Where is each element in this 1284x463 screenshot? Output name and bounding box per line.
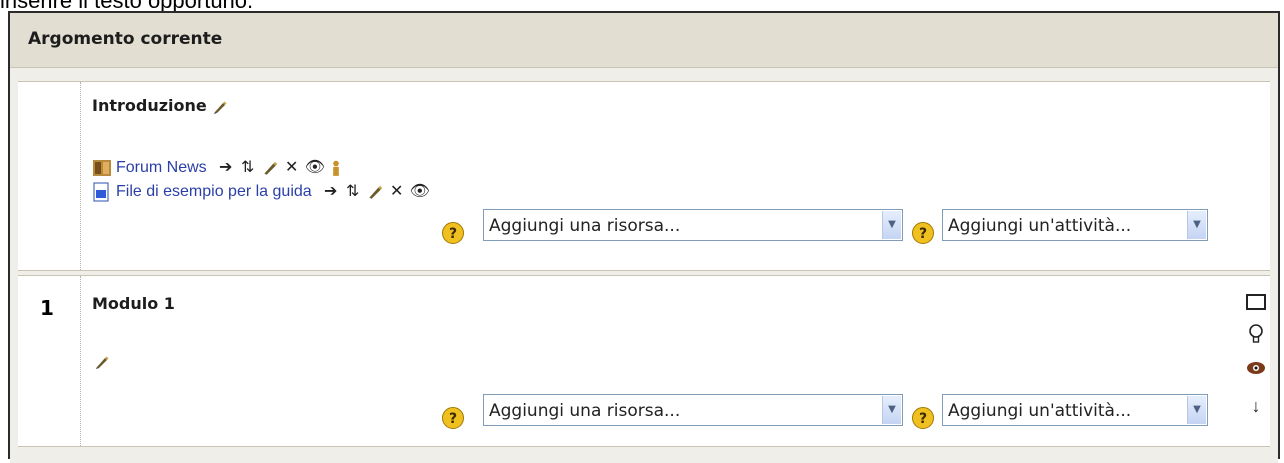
section-number: 1 [40, 296, 54, 320]
section-number-column: 1 [18, 276, 81, 446]
move-down-icon[interactable]: ↓ [1244, 394, 1268, 418]
delete-icon[interactable]: ✕ [388, 183, 406, 201]
header-title: Argomento corrente [28, 29, 223, 49]
section-title: Modulo 1 [92, 294, 175, 313]
show-only-section-icon[interactable] [1244, 290, 1268, 314]
help-icon[interactable]: ? [442, 222, 464, 244]
add-activity-select[interactable]: Aggiungi un'attività... ▼ [942, 394, 1208, 426]
resource-link-forum-news[interactable]: Forum News [116, 159, 207, 177]
add-resource-select[interactable]: Aggiungi una risorsa... ▼ [483, 209, 903, 241]
hide-eye-icon[interactable]: 👁 [305, 159, 325, 177]
add-activity-select[interactable]: Aggiungi un'attività... ▼ [942, 209, 1208, 241]
move-icon[interactable]: ⇅ [344, 183, 362, 201]
edit-icon[interactable] [366, 183, 384, 201]
document-icon [93, 182, 109, 202]
help-icon[interactable]: ? [442, 407, 464, 429]
chevron-down-icon: ▼ [1187, 396, 1206, 424]
section-introduction: Introduzione Forum News ➔ ⇅ ✕ 👁 File di … [18, 81, 1270, 271]
resource-link-example-file[interactable]: File di esempio per la guida [116, 183, 312, 201]
lightbulb-icon[interactable] [1244, 322, 1268, 346]
section-modulo-1: 1 Modulo 1 ? Aggiungi una risorsa... ▼ ?… [18, 275, 1270, 447]
edit-icon[interactable] [261, 159, 279, 177]
help-icon[interactable]: ? [912, 222, 934, 244]
section-number-column [18, 82, 81, 270]
section-title: Introduzione [92, 96, 207, 115]
move-right-icon[interactable]: ➔ [217, 159, 235, 177]
move-icon[interactable]: ⇅ [239, 159, 257, 177]
move-right-icon[interactable]: ➔ [322, 183, 340, 201]
help-icon[interactable]: ? [912, 407, 934, 429]
delete-icon[interactable]: ✕ [283, 159, 301, 177]
hide-eye-icon[interactable]: 👁 [410, 183, 430, 201]
add-resource-select[interactable]: Aggiungi una risorsa... ▼ [483, 394, 903, 426]
chevron-down-icon: ▼ [1187, 211, 1206, 239]
forum-icon [93, 160, 111, 176]
hide-eye-icon[interactable] [1244, 356, 1268, 380]
resource-row-file: File di esempio per la guida ➔ ⇅ ✕ 👁 [92, 180, 432, 204]
chevron-down-icon: ▼ [882, 396, 901, 424]
chevron-down-icon: ▼ [882, 211, 901, 239]
section-title-row: Introduzione [92, 96, 228, 115]
edit-summary-icon[interactable] [212, 99, 228, 115]
group-mode-icon[interactable] [327, 159, 345, 177]
current-topic-header: Argomento corrente [10, 13, 1278, 68]
resource-row-forum: Forum News ➔ ⇅ ✕ 👁 [92, 156, 349, 180]
course-frame: Argomento corrente Introduzione Forum Ne… [8, 11, 1280, 463]
edit-summary-icon[interactable] [94, 354, 110, 370]
